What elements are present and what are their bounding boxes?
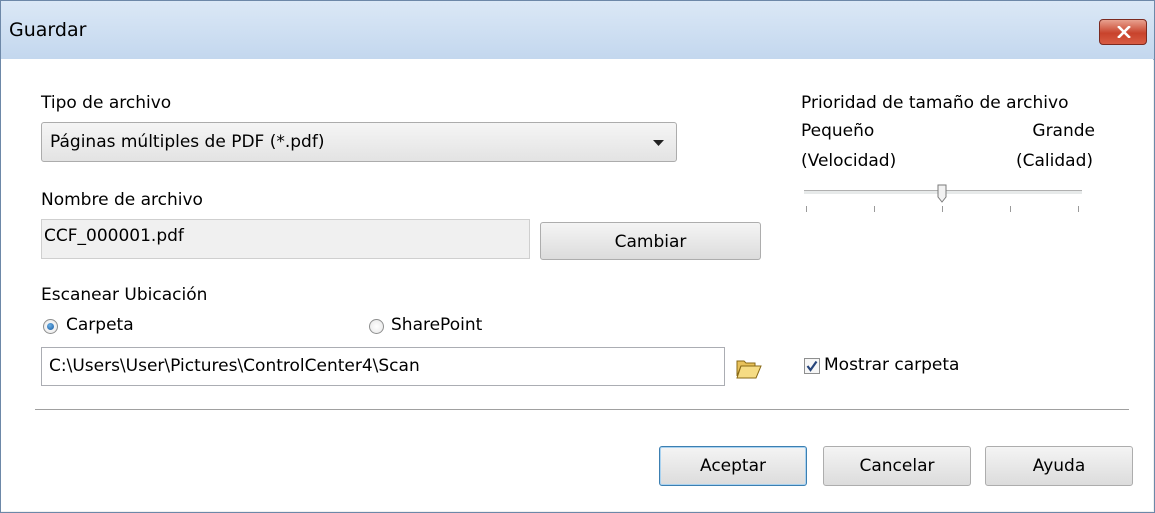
size-priority-title: Prioridad de tamaño de archivo [801,93,1069,113]
cancel-button-label: Cancelar [859,456,935,476]
radio-carpeta-label: Carpeta [66,315,134,335]
folder-open-icon[interactable] [736,358,762,380]
radio-sharepoint-label: SharePoint [391,315,483,335]
slider-tick [942,206,943,212]
slider-tick [1010,206,1011,212]
chevron-down-icon [653,140,664,146]
file-type-label: Tipo de archivo [41,93,172,113]
scan-path-value: C:\Users\User\Pictures\ControlCenter4\Sc… [49,356,420,376]
close-icon [1117,26,1131,38]
radio-carpeta[interactable] [43,319,58,334]
ok-button-label: Aceptar [700,456,766,476]
ok-button[interactable]: Aceptar [659,446,807,486]
scan-location-label: Escanear Ubicación [41,285,208,305]
file-name-value: CCF_000001.pdf [44,226,184,246]
scan-path-input[interactable]: C:\Users\User\Pictures\ControlCenter4\Sc… [41,347,725,386]
size-priority-slider-thumb[interactable] [937,184,947,204]
help-button[interactable]: Ayuda [985,446,1133,486]
radio-sharepoint[interactable] [369,319,384,334]
show-folder-checkbox[interactable] [804,358,820,374]
size-large-sub: (Calidad) [1016,151,1093,171]
title-bar[interactable]: Guardar [1,1,1154,60]
close-button[interactable] [1099,19,1147,45]
size-small-label: Pequeño [801,121,875,141]
file-name-label: Nombre de archivo [41,190,203,210]
window-title: Guardar [9,19,87,41]
file-type-dropdown[interactable]: Páginas múltiples de PDF (*.pdf) [41,122,677,162]
cancel-button[interactable]: Cancelar [823,446,971,486]
slider-tick [1078,206,1079,212]
separator [35,409,1129,411]
help-button-label: Ayuda [1032,456,1086,476]
show-folder-label: Mostrar carpeta [824,355,960,375]
file-name-field[interactable]: CCF_000001.pdf [41,219,530,259]
slider-tick [806,206,807,212]
size-small-sub: (Velocidad) [801,151,897,171]
change-button[interactable]: Cambiar [540,222,761,260]
change-button-label: Cambiar [614,232,687,252]
slider-tick [874,206,875,212]
checkmark-icon [806,360,818,372]
size-large-label: Grande [1032,121,1095,141]
file-type-value: Páginas múltiples de PDF (*.pdf) [50,132,325,152]
